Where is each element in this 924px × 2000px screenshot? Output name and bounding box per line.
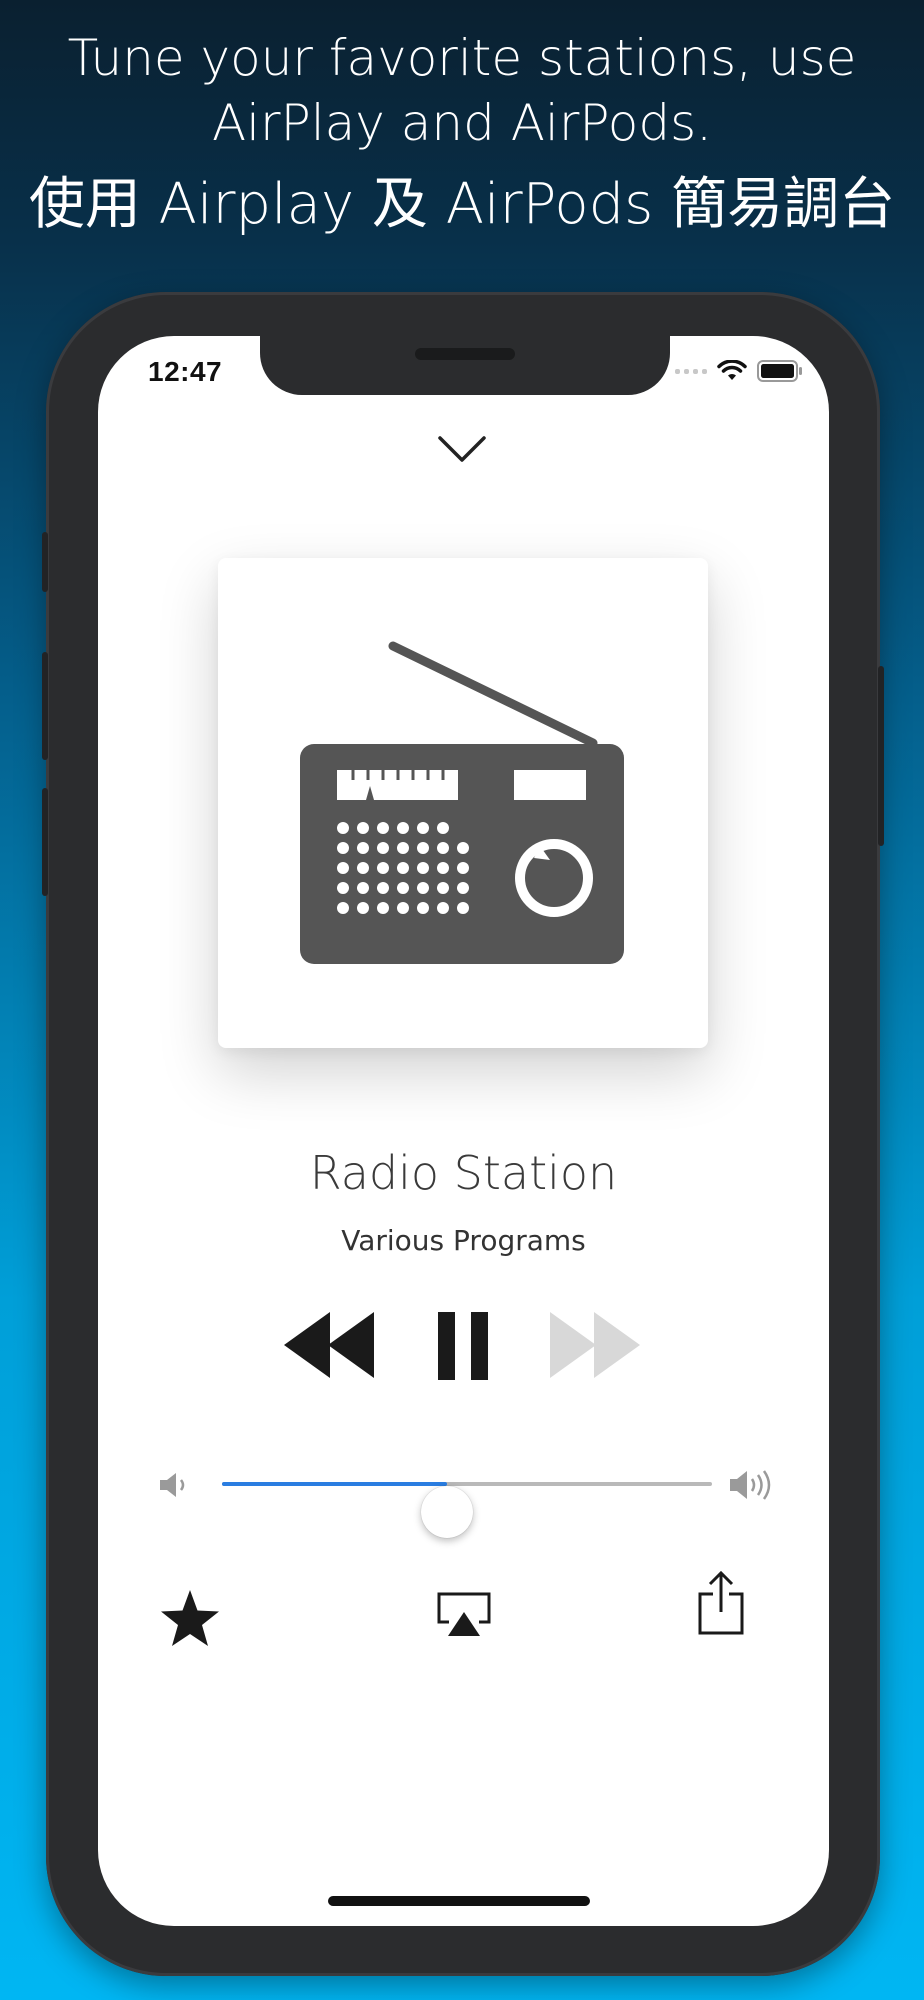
fast-forward-icon[interactable] xyxy=(548,1310,642,1380)
volume-down-side-button xyxy=(42,788,48,896)
notch xyxy=(260,336,670,395)
signal-icon xyxy=(675,368,707,374)
chevron-down-icon[interactable] xyxy=(436,434,488,464)
promo-line-1: Tune your favorite stations, use xyxy=(67,29,857,87)
silent-switch xyxy=(42,532,48,592)
rewind-icon[interactable] xyxy=(284,1310,378,1380)
share-icon[interactable] xyxy=(696,1570,746,1636)
pause-icon[interactable] xyxy=(435,1312,491,1380)
volume-high-icon xyxy=(730,1470,771,1500)
phone-screen: 12:47 Radio Station Various Programs xyxy=(98,336,829,1926)
volume-up-side-button xyxy=(42,652,48,760)
volume-slider[interactable] xyxy=(222,1482,712,1538)
battery-icon xyxy=(757,360,802,382)
status-icons xyxy=(675,360,803,382)
phone-frame: 12:47 Radio Station Various Programs xyxy=(42,292,884,1976)
wifi-icon xyxy=(717,360,747,380)
volume-control xyxy=(158,1454,778,1538)
radio-icon xyxy=(300,641,624,964)
home-indicator[interactable] xyxy=(328,1896,590,1906)
power-side-button xyxy=(878,666,884,846)
status-time: 12:47 xyxy=(148,356,223,387)
station-name: Radio Station xyxy=(309,1146,618,1200)
promo-line-3: 使用 Airplay 及 AirPods 簡易調台 xyxy=(28,172,896,237)
airplay-icon[interactable] xyxy=(435,1590,493,1640)
star-icon[interactable] xyxy=(158,1588,222,1650)
program-name: Various Programs xyxy=(341,1224,586,1257)
earpiece-speaker xyxy=(415,348,515,360)
volume-slider-thumb[interactable] xyxy=(421,1486,474,1538)
volume-slider-fill xyxy=(222,1482,448,1486)
promo-line-2: AirPlay and AirPods. xyxy=(211,94,713,152)
volume-low-icon xyxy=(160,1473,185,1497)
station-artwork xyxy=(218,558,708,1048)
